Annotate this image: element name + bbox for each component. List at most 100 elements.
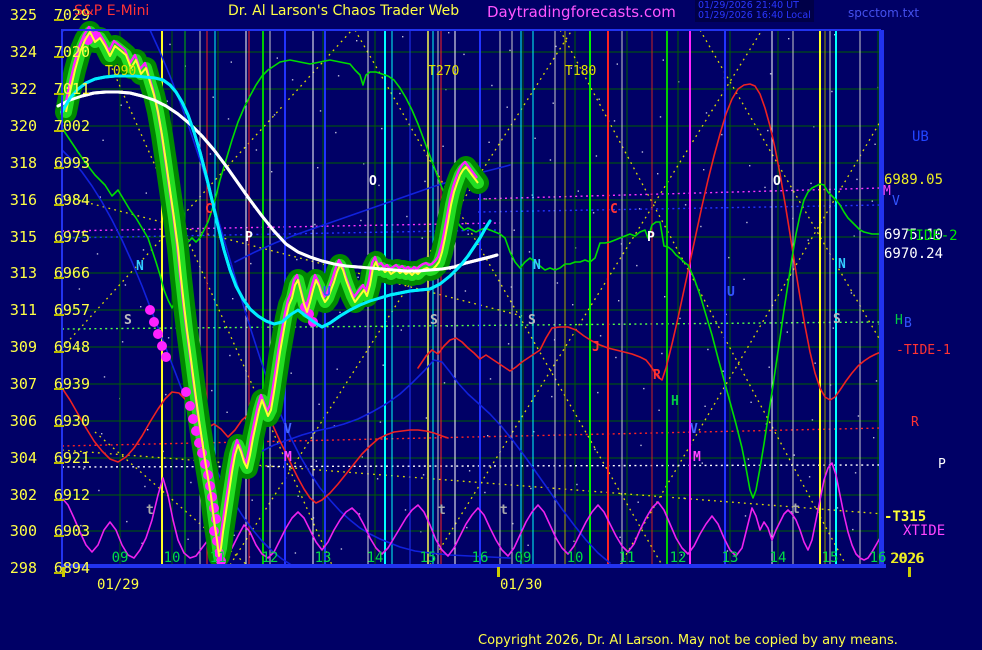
- chart-letter: C: [205, 202, 213, 217]
- star-dot: [679, 318, 680, 319]
- chart-letter: O: [369, 174, 377, 189]
- x-axis-hour: 10: [164, 550, 181, 566]
- star-dot: [165, 394, 166, 395]
- star-dot: [728, 257, 729, 258]
- star-dot: [190, 482, 191, 483]
- right-margin-label: -TIDE-1: [896, 343, 951, 358]
- chart-letter: S: [528, 313, 536, 328]
- x-axis-hour: 13: [722, 550, 739, 566]
- star-dot: [769, 367, 770, 368]
- y-axis-label-left: 300: [10, 522, 37, 540]
- star-dot: [703, 169, 704, 170]
- chart-letter: S: [833, 312, 841, 327]
- star-dot: [402, 36, 403, 37]
- star-dot: [296, 259, 297, 260]
- x-axis-hour: 12: [670, 550, 687, 566]
- star-dot: [274, 114, 275, 115]
- star-dot: [122, 341, 123, 342]
- y-axis-label-right: 7002: [54, 117, 90, 135]
- star-dot: [594, 449, 595, 450]
- star-dot: [707, 349, 708, 350]
- star-dot: [147, 429, 148, 430]
- chart-letter: R: [653, 368, 661, 383]
- chart-letter: M: [284, 450, 292, 465]
- price-dot: [145, 305, 155, 315]
- chart-letter: M: [693, 450, 701, 465]
- star-dot: [169, 44, 170, 45]
- x-axis-date: 01/30: [500, 577, 542, 593]
- star-dot: [746, 222, 747, 223]
- y-axis-tick: [54, 277, 64, 279]
- star-dot: [749, 165, 750, 166]
- x-axis-hour: 14: [367, 550, 384, 566]
- star-dot: [252, 500, 253, 501]
- star-dot: [442, 146, 443, 147]
- star-dot: [314, 224, 315, 225]
- star-dot: [851, 292, 852, 293]
- star-dot: [578, 190, 579, 191]
- star-dot: [295, 552, 296, 553]
- x-axis-hour: 09: [112, 550, 129, 566]
- y-axis-tick: [54, 314, 64, 316]
- right-margin-label: R: [911, 415, 919, 430]
- star-dot: [856, 179, 857, 180]
- star-dot: [534, 138, 535, 139]
- star-dot: [126, 521, 127, 522]
- star-dot: [555, 46, 556, 47]
- star-dot: [318, 404, 319, 405]
- star-dot: [98, 490, 99, 491]
- star-dot: [615, 357, 616, 358]
- y-axis-tick: [54, 167, 64, 169]
- dotted-hline: [62, 223, 500, 231]
- star-dot: [422, 238, 423, 239]
- star-dot: [618, 300, 619, 301]
- star-dot: [614, 120, 615, 121]
- chart-letter: S: [430, 313, 438, 328]
- copyright-notice: Copyright 2026, Dr. Al Larson. May not b…: [478, 633, 898, 648]
- star-dot: [508, 343, 509, 344]
- y-axis-label-right: 6993: [54, 154, 90, 172]
- y-axis-label-right: 7011: [54, 80, 90, 98]
- chart-letter: S: [124, 313, 132, 328]
- right-margin-label: M: [883, 184, 891, 199]
- chart-letter: t: [146, 503, 154, 518]
- right-margin-label: V: [892, 194, 900, 209]
- chart-letter: O: [773, 174, 781, 189]
- site-link[interactable]: Daytradingforecasts.com: [487, 3, 676, 21]
- y-axis-label-left: 311: [10, 301, 37, 319]
- x-axis-tick: [497, 567, 500, 577]
- star-dot: [102, 140, 103, 141]
- y-axis-tick: [54, 19, 64, 21]
- y-axis-label-right: 7020: [54, 43, 90, 61]
- x-axis-hour: 15: [822, 550, 839, 566]
- star-dot: [858, 415, 859, 416]
- y-axis-label-left: 304: [10, 449, 37, 467]
- star-dot: [700, 226, 701, 227]
- y-axis-label-right: 6957: [54, 301, 90, 319]
- star-dot: [335, 132, 336, 133]
- star-dot: [617, 63, 618, 64]
- y-axis-tick: [54, 351, 64, 353]
- y-axis-label-right: 6984: [54, 191, 90, 209]
- star-dot: [79, 288, 80, 289]
- star-dot: [383, 365, 384, 366]
- y-axis-tick: [54, 204, 64, 206]
- star-dot: [380, 421, 381, 422]
- star-dot: [146, 192, 147, 193]
- y-axis-tick: [54, 130, 64, 132]
- star-dot: [638, 502, 639, 503]
- y-axis-label-right: 6966: [54, 264, 90, 282]
- star-dot: [852, 529, 853, 530]
- x-axis-tick: [62, 567, 65, 577]
- star-dot: [507, 107, 508, 108]
- star-dot: [121, 105, 122, 106]
- chart-letter: P: [245, 230, 253, 245]
- star-dot: [664, 296, 665, 297]
- star-dot: [657, 173, 658, 174]
- star-dot: [808, 240, 809, 241]
- star-dot: [226, 412, 227, 413]
- y-axis-tick: [54, 93, 64, 95]
- star-dot: [250, 263, 251, 264]
- plot-border-right: [879, 30, 884, 565]
- chart-letter: N: [136, 259, 144, 274]
